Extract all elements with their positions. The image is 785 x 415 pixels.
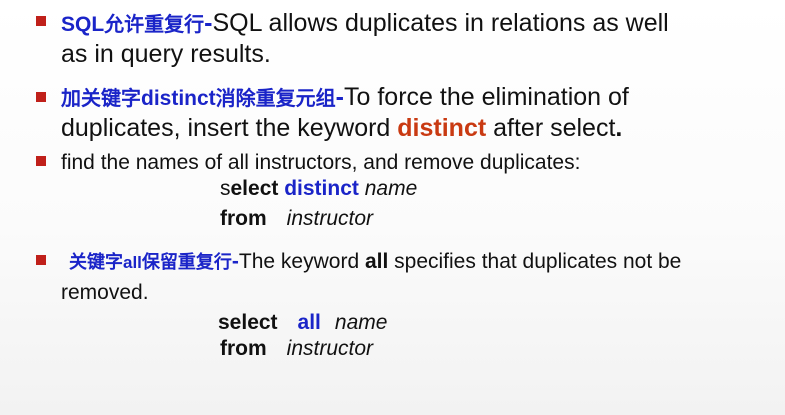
item-1-text: SQL allows duplicates in relations as we… — [212, 9, 669, 37]
code-all: all — [297, 311, 321, 334]
bullet-square-icon — [36, 255, 46, 265]
bullet-square-icon — [36, 16, 46, 26]
item-2-prefix-cn-2: 消除重复元组 — [215, 86, 336, 110]
item-1-line-2: as in query results. — [61, 40, 271, 68]
item-4-code-line-1: select all name — [218, 310, 387, 336]
item-4-line-1: 关键字all保留重复行-The keyword all specifies th… — [69, 249, 681, 276]
code-name: name — [334, 311, 388, 334]
item-4-prefix-cn-1: 关键字 — [69, 252, 123, 273]
item-2-dash: - — [335, 83, 344, 111]
code-table: instructor — [286, 207, 374, 230]
code-table: instructor — [286, 337, 374, 360]
item-4-keyword: all — [364, 250, 389, 273]
item-3-code-line-1: select distinct name — [220, 176, 417, 202]
item-2-prefix-bold: distinct — [141, 87, 216, 110]
bullet-square-icon — [36, 92, 46, 102]
item-4-prefix-bold: all — [123, 253, 142, 272]
code-from: from — [220, 207, 267, 230]
item-3-code-line-2: from instructor — [220, 206, 373, 232]
code-select-rest: elect — [230, 177, 285, 200]
item-4-dash: - — [231, 250, 239, 273]
item-2-keyword: distinct — [397, 114, 487, 142]
item-2-text-b: after select — [486, 114, 616, 142]
code-select: select — [218, 311, 278, 334]
item-2-line-1: 加关键字distinct消除重复元组-To force the eliminat… — [61, 82, 629, 114]
code-name: name — [364, 177, 418, 200]
item-1-line-1: SQL允许重复行-SQL allows duplicates in relati… — [61, 8, 669, 40]
code-distinct: distinct — [284, 177, 359, 200]
item-1-prefix-bold: SQL — [61, 13, 105, 36]
bullet-square-icon — [36, 156, 46, 166]
item-4-text-b: specifies that duplicates not be — [388, 250, 682, 273]
item-4-text-a: The keyword — [238, 250, 365, 273]
item-2-prefix-cn-1: 加关键字 — [61, 86, 141, 110]
item-2-text: To force the elimination of — [344, 83, 629, 111]
item-2-line-2: duplicates, insert the keyword distinct … — [61, 113, 622, 144]
item-3-text: find the names of all instructors, and r… — [61, 151, 581, 174]
code-select-s: s — [220, 177, 231, 200]
item-1-prefix-cn: 允许重复行 — [104, 12, 205, 36]
item-1-dash: - — [204, 9, 213, 37]
item-4-line-2: removed. — [61, 281, 149, 304]
item-4-code-line-2: from instructor — [220, 336, 373, 362]
code-from: from — [220, 337, 267, 360]
item-2-period: . — [615, 114, 623, 142]
item-4-prefix-cn-2: 保留重复行 — [141, 252, 232, 273]
item-2-text-a: duplicates, insert the keyword — [61, 114, 398, 142]
slide: SQL允许重复行-SQL allows duplicates in relati… — [0, 0, 785, 415]
